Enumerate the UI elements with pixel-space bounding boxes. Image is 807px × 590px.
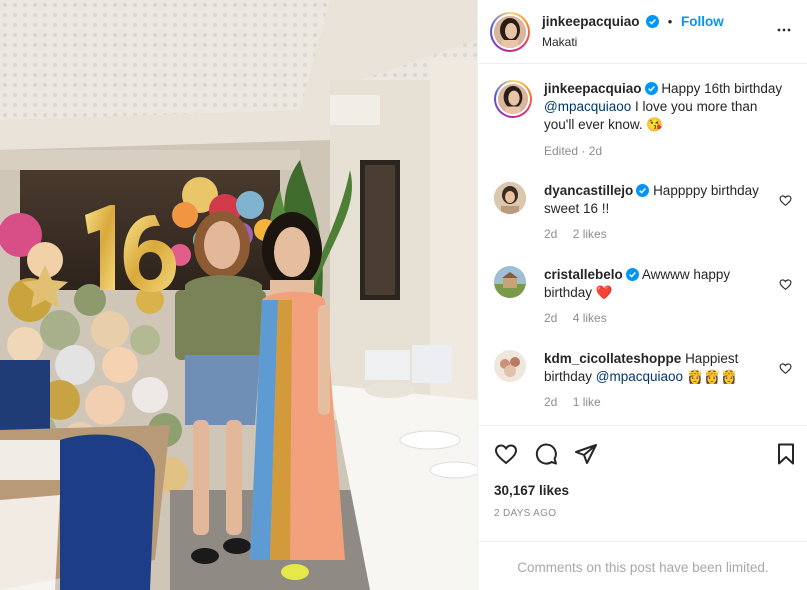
post-date[interactable]: 2 DAYS AGO (494, 508, 556, 519)
likes-count[interactable]: 30,167 likes (494, 483, 569, 498)
commenter-avatar[interactable] (494, 266, 526, 298)
comments-list[interactable]: jinkeepacquiao Happy 16th birthday @mpac… (478, 65, 807, 425)
caption-text: jinkeepacquiao Happy 16th birthday @mpac… (544, 80, 784, 134)
caption-meta: Edited · 2d (544, 144, 603, 158)
comments-limited-notice: Comments on this post have been limited. (478, 541, 807, 590)
post-location[interactable]: Makati (542, 35, 577, 49)
commenter-avatar[interactable] (494, 350, 526, 382)
comment-author[interactable]: kdm_cicollateshoppe (544, 351, 681, 366)
post-header: jinkeepacquiao • Follow Makati (478, 0, 807, 64)
verified-badge-icon (646, 15, 660, 28)
post-image (0, 0, 477, 590)
caption-author[interactable]: jinkeepacquiao (544, 81, 642, 96)
share-icon[interactable] (574, 442, 598, 466)
comment-time: 2d (544, 395, 558, 409)
comment-row: dyancastillejo Happppy birthday sweet 16… (494, 182, 794, 244)
separator-dot: • (667, 14, 673, 29)
comment-text: dyancastillejo Happppy birthday sweet 16… (544, 182, 774, 218)
post-actions: 30,167 likes 2 DAYS AGO (478, 425, 807, 545)
avatar-image (494, 16, 526, 48)
commenter-avatar[interactable] (494, 182, 526, 214)
comment-meta: 2d 4 likes (544, 311, 619, 325)
verified-badge-icon (625, 268, 639, 281)
post-photo[interactable] (0, 0, 477, 590)
comment-meta: 2d 2 likes (544, 227, 619, 241)
comment-likes[interactable]: 2 likes (573, 227, 607, 241)
verified-badge-icon (636, 184, 650, 197)
comment-body-end: 👸👸👸 (686, 369, 738, 384)
comment-text: cristallebelo Awwww happy birthday ❤️ (544, 266, 774, 302)
caption-mention[interactable]: @mpacquiaoo (544, 99, 631, 114)
follow-button[interactable]: Follow (681, 14, 724, 29)
verified-badge-icon (644, 82, 658, 95)
comment-meta: 2d 1 like (544, 395, 613, 409)
comment-time: 2d (544, 311, 558, 325)
comment-icon[interactable] (534, 442, 558, 466)
comment-author[interactable]: cristallebelo (544, 267, 623, 282)
comment-author[interactable]: dyancastillejo (544, 183, 633, 198)
comment-likes[interactable]: 4 likes (573, 311, 607, 325)
caption-avatar[interactable] (494, 80, 532, 118)
bookmark-icon[interactable] (774, 442, 798, 466)
comment-row: kdm_cicollateshoppe Happiest birthday @m… (494, 350, 794, 412)
heart-icon[interactable] (779, 194, 792, 207)
author-username[interactable]: jinkeepacquiao (542, 14, 640, 29)
comment-text: kdm_cicollateshoppe Happiest birthday @m… (544, 350, 774, 386)
post-side-panel: jinkeepacquiao • Follow Makati jinkeepac… (477, 0, 807, 590)
caption-row: jinkeepacquiao Happy 16th birthday @mpac… (494, 80, 794, 160)
caption-body: Happy 16th birthday (661, 81, 783, 96)
like-heart-icon[interactable] (494, 442, 518, 466)
heart-icon[interactable] (779, 362, 792, 375)
comment-time: 2d (544, 227, 558, 241)
comment-row: cristallebelo Awwww happy birthday ❤️ 2d… (494, 266, 794, 328)
more-horizontal-icon[interactable] (774, 20, 794, 40)
comment-likes[interactable]: 1 like (573, 395, 601, 409)
author-avatar[interactable] (490, 12, 530, 52)
heart-icon[interactable] (779, 278, 792, 291)
comment-mention[interactable]: @mpacquiaoo (596, 369, 683, 384)
